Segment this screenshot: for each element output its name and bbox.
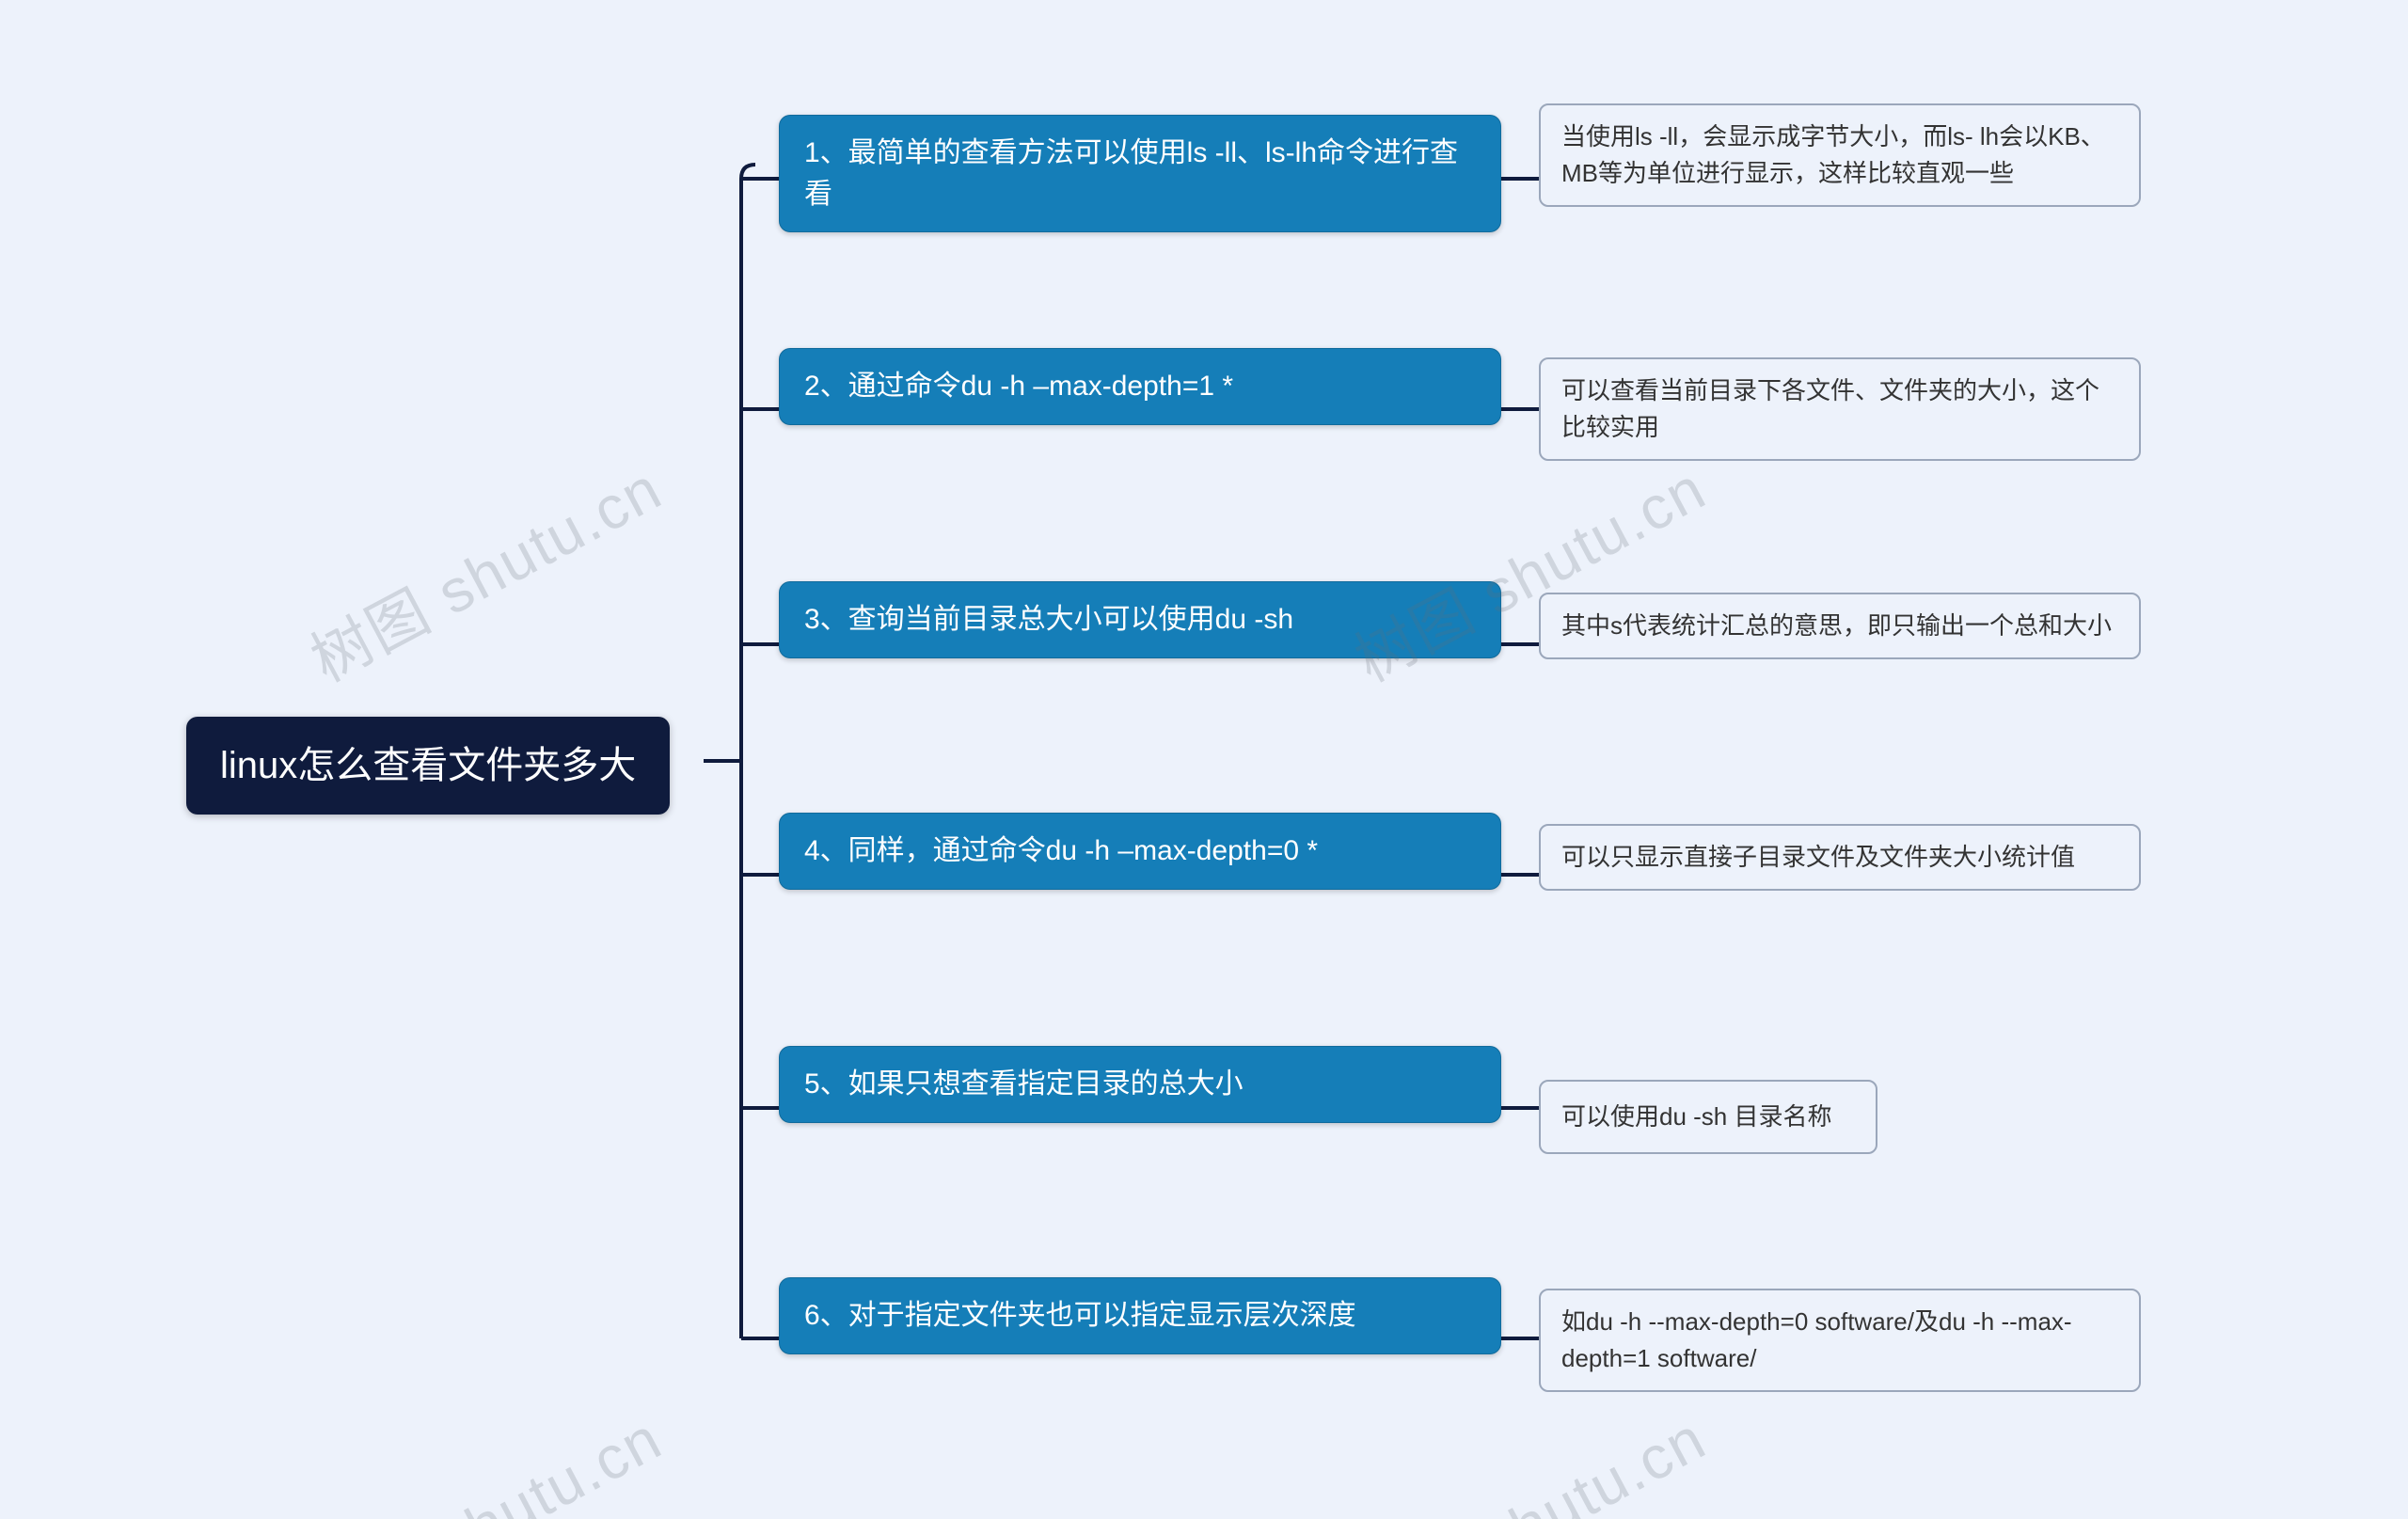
leaf-node-2[interactable]: 可以查看当前目录下各文件、文件夹的大小，这个比较实用 [1539,357,2141,461]
branch-label-5: 5、如果只想查看指定目录的总大小 [804,1068,1244,1100]
leaf-node-5[interactable]: 可以使用du -sh 目录名称 [1539,1080,1877,1154]
mindmap-canvas: linux怎么查看文件夹多大 1、最简单的查看方法可以使用ls -ll、ls-l… [0,0,2408,1519]
leaf-node-3[interactable]: 其中s代表统计汇总的意思，即只输出一个总和大小 [1539,593,2141,659]
root-node[interactable]: linux怎么查看文件夹多大 [186,717,670,815]
leaf-label-4: 可以只显示直接子目录文件及文件夹大小统计值 [1561,843,2075,871]
leaf-node-6[interactable]: 如du -h --max-depth=0 software/及du -h --m… [1539,1289,2141,1392]
branch-node-1[interactable]: 1、最简单的查看方法可以使用ls -ll、ls-lh命令进行查看 [779,115,1501,232]
branch-label-4: 4、同样，通过命令du -h –max-depth=0 * [804,835,1318,866]
branch-label-2: 2、通过命令du -h –max-depth=1 * [804,371,1233,402]
branch-node-3[interactable]: 3、查询当前目录总大小可以使用du -sh [779,581,1501,658]
leaf-node-4[interactable]: 可以只显示直接子目录文件及文件夹大小统计值 [1539,824,2141,891]
leaf-label-1: 当使用ls -ll，会显示成字节大小，而ls- lh会以KB、MB等为单位进行显… [1561,122,2105,187]
root-label: linux怎么查看文件夹多大 [220,745,636,786]
branch-node-4[interactable]: 4、同样，通过命令du -h –max-depth=0 * [779,813,1501,890]
watermark: 树图 shutu.cn [1338,441,1719,699]
branch-node-6[interactable]: 6、对于指定文件夹也可以指定显示层次深度 [779,1277,1501,1354]
branch-label-1: 1、最简单的查看方法可以使用ls -ll、ls-lh命令进行查看 [804,137,1458,210]
watermark: 树图 shutu.cn [1338,1391,1719,1519]
branch-label-3: 3、查询当前目录总大小可以使用du -sh [804,604,1293,635]
branch-node-2[interactable]: 2、通过命令du -h –max-depth=1 * [779,348,1501,425]
branch-label-6: 6、对于指定文件夹也可以指定显示层次深度 [804,1300,1356,1331]
leaf-label-3: 其中s代表统计汇总的意思，即只输出一个总和大小 [1561,611,2112,640]
leaf-node-1[interactable]: 当使用ls -ll，会显示成字节大小，而ls- lh会以KB、MB等为单位进行显… [1539,103,2141,207]
leaf-label-5: 可以使用du -sh 目录名称 [1561,1102,1832,1131]
watermark: 树图 shutu.cn [293,441,674,699]
leaf-label-2: 可以查看当前目录下各文件、文件夹的大小，这个比较实用 [1561,376,2099,441]
leaf-label-6: 如du -h --max-depth=0 software/及du -h --m… [1561,1307,2072,1372]
branch-node-5[interactable]: 5、如果只想查看指定目录的总大小 [779,1046,1501,1123]
watermark: 树图 shutu.cn [293,1391,674,1519]
